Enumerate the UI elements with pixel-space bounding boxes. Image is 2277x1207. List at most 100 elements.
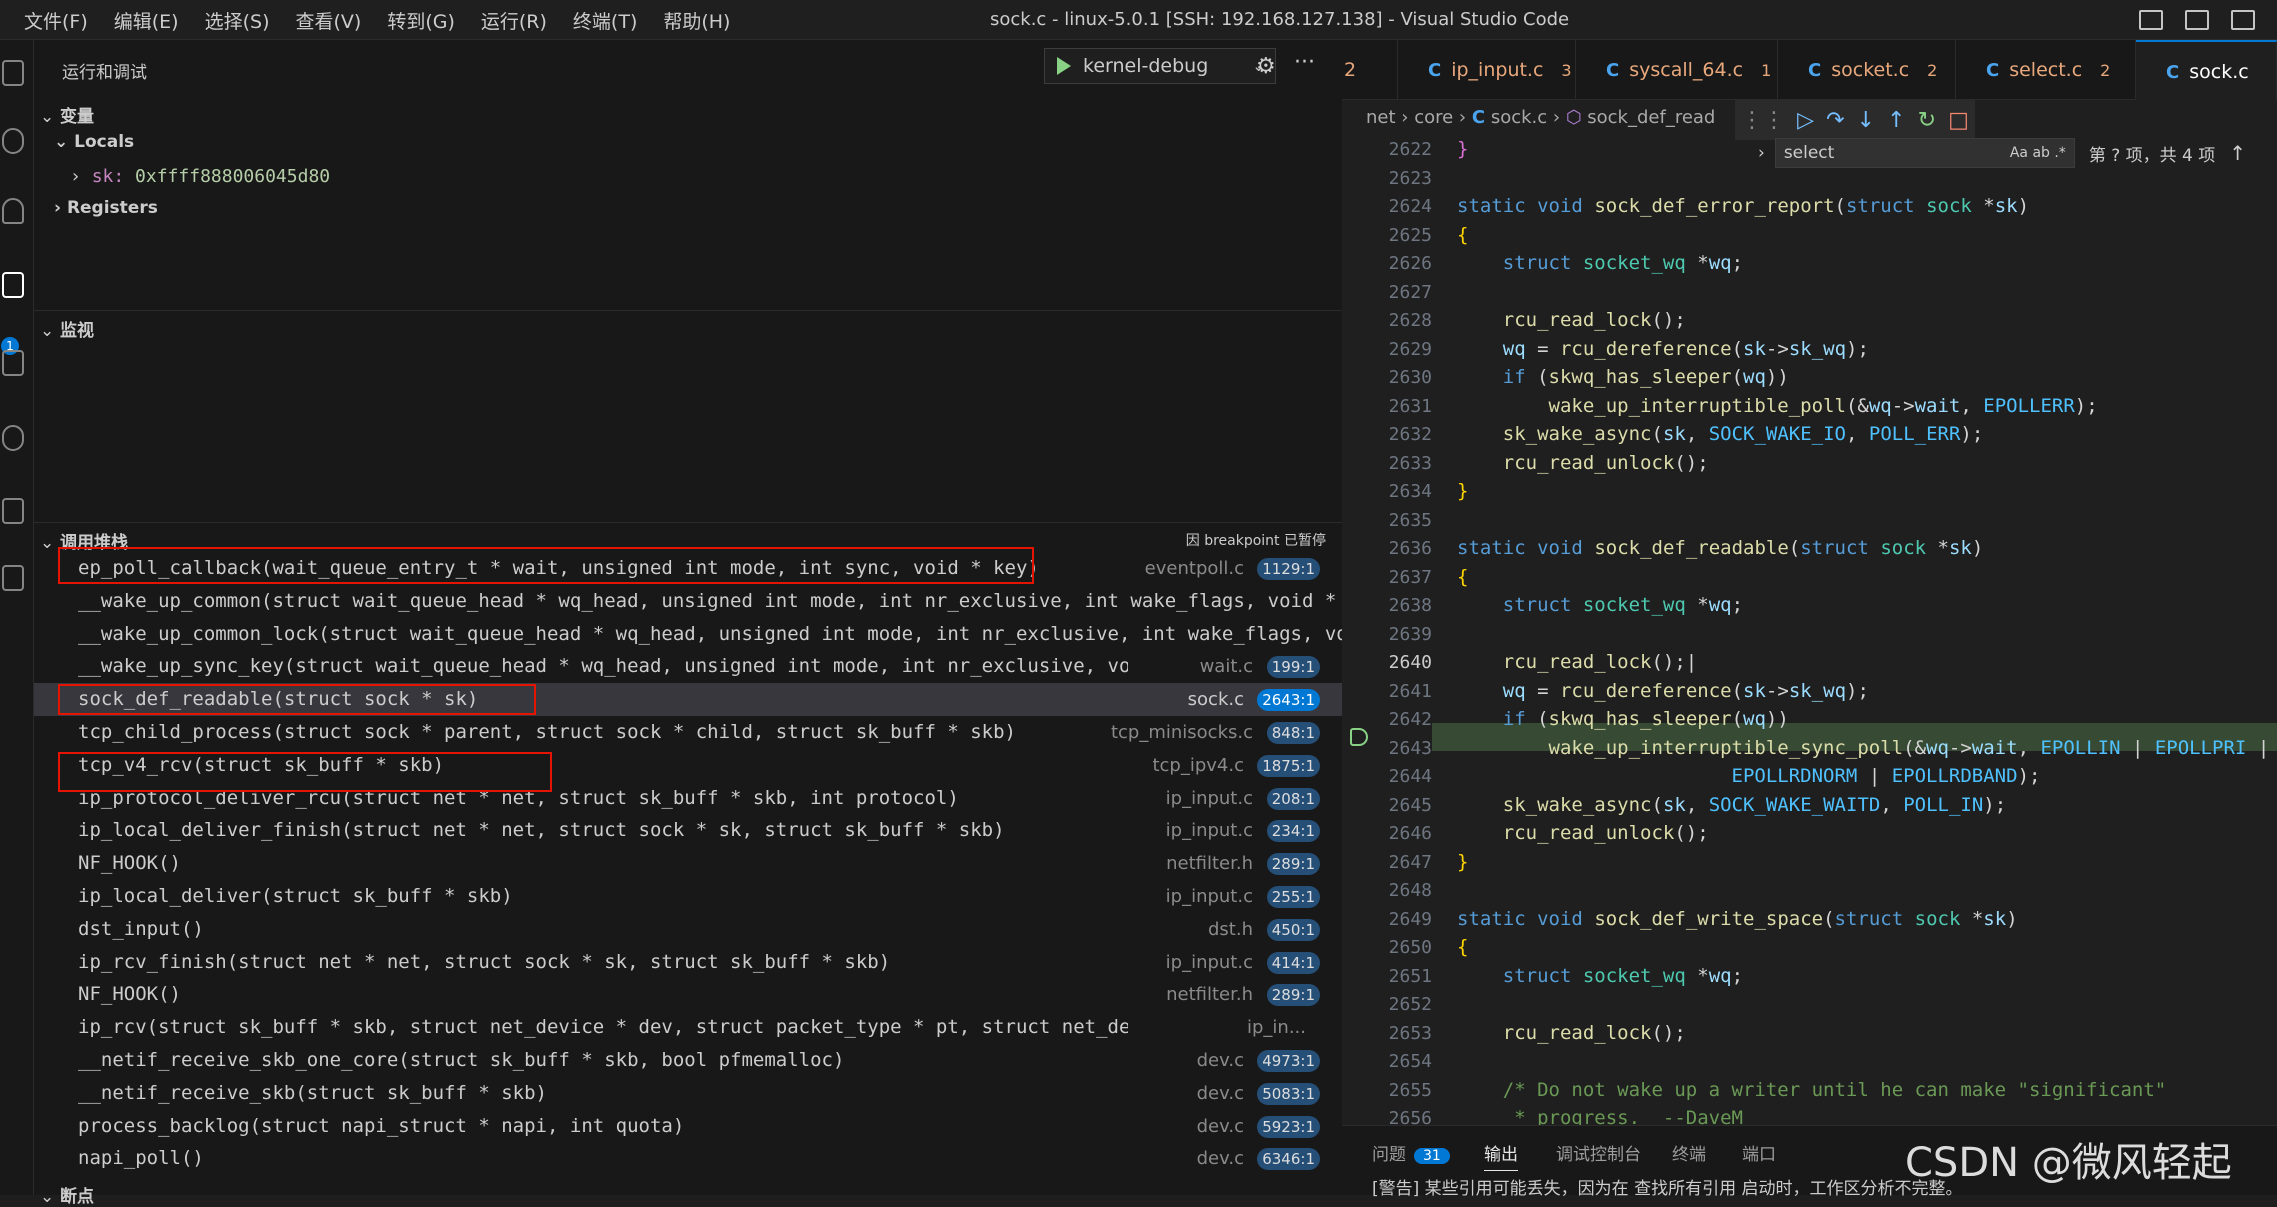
remote-explorer-icon[interactable]: [2, 425, 24, 451]
variables-section-header[interactable]: ⌄ 变量: [34, 102, 94, 127]
breadcrumb-net[interactable]: net: [1366, 107, 1396, 128]
search-icon[interactable]: [2, 128, 24, 154]
line-number: 2623: [1388, 167, 1432, 189]
explorer-icon[interactable]: [2, 60, 24, 86]
variable-sk[interactable]: › sk: 0xffff888006045d80: [70, 166, 330, 187]
tab-ip-input[interactable]: Cip_input.c 3: [1398, 40, 1576, 100]
testing-icon[interactable]: [2, 498, 24, 524]
line-number: 2641: [1388, 680, 1432, 702]
call-stack-frame[interactable]: napi_poll() 6346:1 dev.c: [34, 1142, 1342, 1175]
source-control-icon[interactable]: [2, 198, 24, 224]
call-stack-frame[interactable]: NF_HOOK() 289:1 netfilter.h: [34, 978, 1342, 1011]
run-debug-icon[interactable]: [2, 272, 24, 298]
call-stack-frame[interactable]: __netif_receive_skb_one_core(struct sk_b…: [34, 1044, 1342, 1077]
c-file-icon: C: [1606, 60, 1620, 81]
debug-config-name: kernel-debug: [1083, 55, 1209, 77]
call-stack-frame[interactable]: dst_input() 450:1 dst.h: [34, 913, 1342, 946]
step-over-icon[interactable]: ↷: [1826, 108, 1844, 133]
frame-file: netfilter.h: [1166, 984, 1253, 1006]
frame-line-badge: 234:1: [1266, 820, 1320, 843]
tab-partial[interactable]: 2: [1342, 40, 1398, 100]
call-stack-frame[interactable]: __netif_receive_skb(struct sk_buff * skb…: [34, 1077, 1342, 1110]
restart-icon[interactable]: ↻: [1918, 108, 1936, 133]
line-number: 2631: [1388, 395, 1432, 417]
gear-icon[interactable]: ⚙: [1256, 54, 1276, 79]
step-into-icon[interactable]: ↓: [1857, 108, 1875, 133]
toggle-panel-icon[interactable]: [2185, 10, 2209, 30]
find-input[interactable]: select Aa ab .*: [1774, 138, 2075, 168]
call-stack-frame[interactable]: ip_rcv(struct sk_buff * skb, struct net_…: [34, 1011, 1342, 1044]
call-stack-frame[interactable]: tcp_child_process(struct sock * parent, …: [34, 716, 1342, 749]
tab-label: syscall_64.c: [1629, 59, 1744, 81]
frame-line-badge: 1129:1: [1257, 558, 1320, 580]
frame-line-badge: 289:1: [1266, 853, 1320, 876]
tab-output[interactable]: 输出: [1484, 1140, 1518, 1171]
frame-function: NF_HOOK(): [78, 852, 181, 875]
menu-help[interactable]: 帮助(H): [663, 7, 730, 34]
call-stack-frame[interactable]: NF_HOOK() 289:1 netfilter.h: [34, 847, 1342, 880]
menu-run[interactable]: 运行(R): [481, 7, 547, 34]
more-actions-icon[interactable]: ···: [1294, 50, 1315, 75]
menu-view[interactable]: 查看(V): [296, 7, 362, 34]
tab-syscall-64[interactable]: Csyscall_64.c 1: [1576, 40, 1778, 100]
frame-file: ip_input.c: [1165, 951, 1253, 973]
watch-section-header[interactable]: ⌄ 监视: [34, 316, 94, 341]
tab-problems[interactable]: 问题 31: [1372, 1140, 1450, 1165]
breadcrumb-core[interactable]: core: [1414, 107, 1453, 128]
tab-sock-active[interactable]: Csock.c: [2136, 40, 2277, 100]
whole-word-icon[interactable]: ab: [2032, 145, 2049, 161]
call-stack-frame[interactable]: ip_rcv_finish(struct net * net, struct s…: [34, 946, 1342, 979]
debug-config-select[interactable]: kernel-debug ⌄: [1044, 48, 1276, 84]
extensions-icon[interactable]: [2, 350, 24, 376]
toggle-sidebar-icon[interactable]: [2139, 10, 2163, 30]
line-number: 2646: [1388, 823, 1432, 844]
menu-terminal[interactable]: 终端(T): [573, 7, 637, 34]
editor-area: 2 Cip_input.c 3 Csyscall_64.c 1 Csocket.c 2…: [1342, 40, 2277, 1195]
chevron-right-icon[interactable]: ›: [1758, 143, 1765, 163]
locals-scope[interactable]: ⌄ Locals: [54, 132, 134, 152]
problems-count-badge: 31: [1414, 1148, 1450, 1164]
annotation-box: [58, 684, 536, 715]
continue-icon[interactable]: ▷: [1797, 108, 1814, 133]
code-line: rcu_read_unlock();: [1502, 822, 1709, 844]
menu-go[interactable]: 转到(G): [387, 7, 455, 34]
tab-socket[interactable]: Csocket.c 2: [1778, 40, 1956, 100]
tab-ports[interactable]: 端口: [1742, 1140, 1776, 1165]
arrow-up-icon[interactable]: ↑: [2229, 141, 2246, 165]
menu-edit[interactable]: 编辑(E): [114, 7, 179, 34]
tab-debug-console[interactable]: 调试控制台: [1556, 1140, 1641, 1165]
variable-name: sk:: [91, 166, 125, 187]
step-out-icon[interactable]: ↑: [1887, 108, 1905, 133]
regex-icon[interactable]: .*: [2054, 145, 2065, 161]
tab-select[interactable]: Cselect.c 2: [1956, 40, 2136, 100]
call-stack-frame[interactable]: ip_local_deliver_finish(struct net * net…: [34, 814, 1342, 847]
line-number: 2628: [1388, 310, 1432, 331]
line-number: 2635: [1388, 509, 1432, 531]
tab-terminal[interactable]: 终端: [1672, 1140, 1706, 1165]
drag-handle-icon[interactable]: ⋮⋮: [1741, 108, 1785, 133]
breadcrumb-symbol[interactable]: sock_def_read: [1587, 107, 1715, 128]
call-stack-frame[interactable]: __wake_up_common_lock(struct wait_queue_…: [34, 618, 1378, 651]
stop-icon[interactable]: □: [1948, 108, 1969, 133]
call-stack-frame[interactable]: __wake_up_common(struct wait_queue_head …: [34, 585, 1378, 618]
code-line: wq = rcu_dereference(sk->sk_wq);: [1502, 679, 1869, 702]
toggle-secondary-sidebar-icon[interactable]: [2231, 10, 2255, 30]
frame-file: tcp_minisocks.c: [1110, 722, 1253, 743]
call-stack-frame[interactable]: __wake_up_sync_key(struct wait_queue_hea…: [34, 650, 1342, 683]
chevron-down-icon: ⌄: [40, 533, 55, 553]
code-line: wake_up_interruptible_sync_poll(&wq->wai…: [1548, 736, 2270, 759]
find-result-count: 第 ? 项，共 4 项: [2088, 145, 2216, 166]
call-stack-frame[interactable]: ip_local_deliver(struct sk_buff * skb) 25…: [34, 880, 1342, 913]
match-case-icon[interactable]: Aa: [2010, 145, 2028, 161]
menu-file[interactable]: 文件(F): [24, 7, 88, 34]
docker-icon[interactable]: [2, 565, 24, 591]
menu-selection[interactable]: 选择(S): [205, 7, 270, 34]
call-stack-frame[interactable]: process_backlog(struct napi_struct * nap…: [34, 1110, 1342, 1143]
line-number: 2626: [1388, 253, 1432, 274]
start-debug-icon[interactable]: [1057, 57, 1071, 75]
line-number: 2647: [1388, 851, 1432, 873]
registers-scope[interactable]: › Registers: [54, 198, 158, 218]
breadcrumb-file[interactable]: sock.c: [1491, 107, 1547, 128]
watch-title: 监视: [60, 321, 94, 341]
chevron-down-icon: ⌄: [40, 107, 55, 127]
